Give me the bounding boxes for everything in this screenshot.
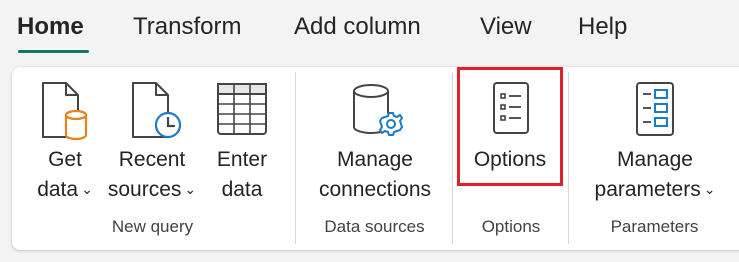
tab-transform[interactable]: Transform	[133, 12, 241, 42]
tab-add-column[interactable]: Add column	[294, 12, 421, 42]
group-separator	[295, 72, 296, 244]
group-label-data-sources: Data sources	[324, 217, 425, 236]
group-label-parameters: Parameters	[610, 217, 699, 236]
manage-connections-label-line1: Manage	[337, 148, 413, 171]
recent-sources-label-line1: Recent	[118, 148, 186, 171]
manage-parameters-label-line2: parameters ⌄	[580, 175, 730, 206]
group-label-new-query: New query	[111, 217, 194, 236]
recent-sources-label-line2: sources ⌄	[102, 175, 202, 206]
tab-view[interactable]: View	[480, 12, 532, 42]
get-data-label-line2: data ⌄	[30, 175, 100, 206]
options-highlight-box	[457, 67, 563, 186]
tab-home[interactable]: Home	[17, 12, 84, 42]
parameters-list-icon	[636, 82, 674, 136]
ribbon-tabs: Home Transform Add column View Help	[0, 0, 739, 62]
table-icon	[217, 83, 267, 135]
manage-parameters-label-line1: Manage	[617, 148, 693, 171]
group-separator	[568, 72, 569, 244]
database-gear-icon	[353, 84, 403, 136]
recent-sources-button[interactable]: Recent sources ⌄	[102, 78, 202, 208]
enter-data-label-line1: Enter	[216, 148, 268, 171]
manage-connections-button[interactable]: Manage connections	[308, 78, 442, 208]
chevron-down-icon: ⌄	[184, 181, 197, 197]
chevron-down-icon: ⌄	[81, 181, 93, 197]
group-label-options: Options	[481, 217, 541, 236]
tab-help[interactable]: Help	[578, 12, 627, 42]
get-data-label-line1: Get	[48, 148, 82, 171]
manage-parameters-button[interactable]: Manage parameters ⌄	[580, 78, 730, 208]
get-data-button[interactable]: Get data ⌄	[30, 78, 100, 208]
active-tab-indicator	[18, 50, 89, 53]
enter-data-label-line2: data	[221, 178, 263, 201]
manage-connections-label-line2: connections	[318, 178, 432, 201]
document-clock-icon	[132, 82, 182, 139]
chevron-down-icon: ⌄	[703, 181, 716, 197]
enter-data-button[interactable]: Enter data	[208, 78, 276, 208]
document-database-icon	[42, 82, 88, 141]
group-separator	[452, 72, 453, 244]
